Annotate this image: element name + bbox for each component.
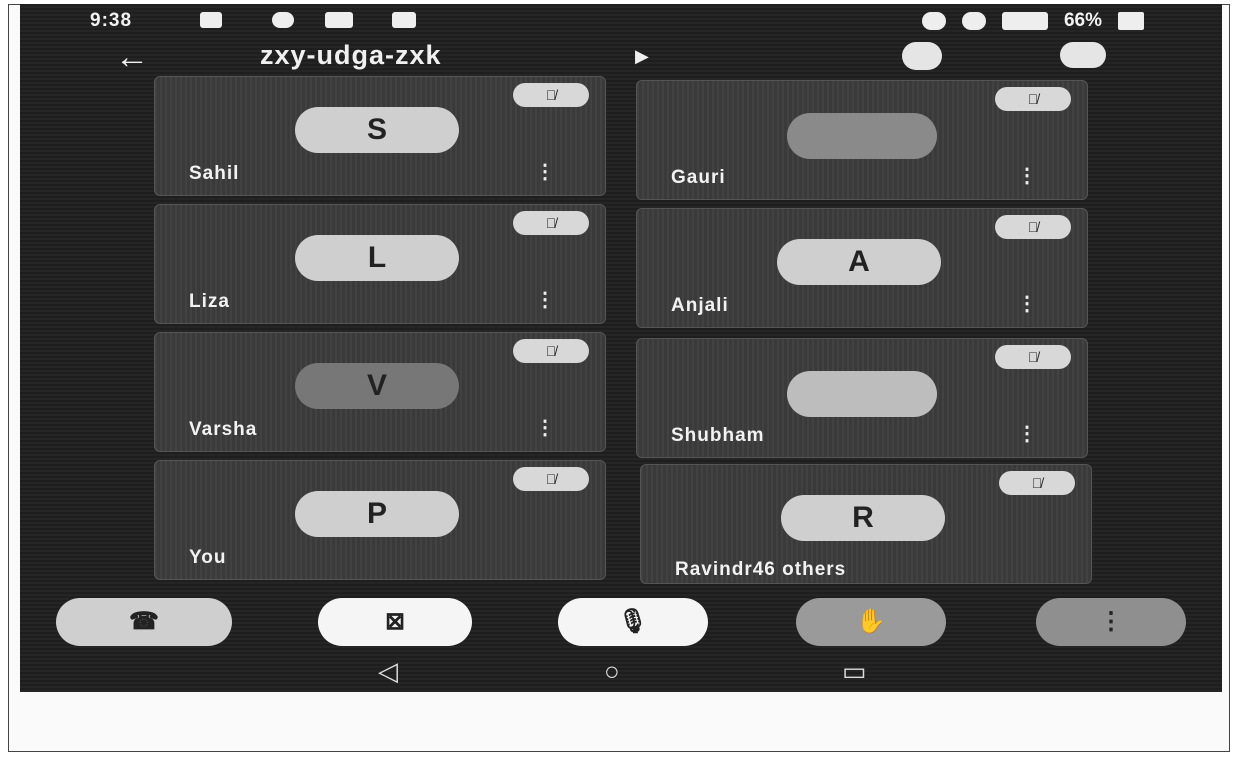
participant-tile-anjali[interactable]: 🎙̸ A Anjali ⋮	[636, 208, 1088, 328]
participant-name: Anjali	[671, 295, 729, 316]
battery-percent: 66%	[1063, 10, 1102, 31]
nav-back-icon[interactable]: ◁	[378, 656, 398, 687]
speaker-icon[interactable]	[1060, 42, 1106, 68]
battery-icon	[1118, 12, 1144, 30]
participant-name: You	[189, 547, 227, 568]
mic-off-icon: 🎙̸	[995, 345, 1071, 369]
camera-off-icon: ⊠	[384, 608, 406, 635]
mic-off-icon: 🎙̸	[513, 339, 589, 363]
end-call-icon: ☎	[129, 608, 159, 635]
participant-name: Sahil	[189, 163, 240, 184]
alarm-icon	[921, 12, 946, 30]
more-options-icon[interactable]: ⋮	[1017, 165, 1037, 187]
signal-icon	[1001, 12, 1048, 30]
expand-icon[interactable]: ▶	[635, 46, 649, 67]
participant-tile-varsha[interactable]: 🎙̸ V Varsha ⋮	[154, 332, 606, 452]
mail-icon	[392, 12, 416, 28]
app-icon	[325, 12, 353, 28]
mic-off-icon: 🎙̸	[999, 471, 1075, 495]
avatar-photo	[787, 113, 937, 159]
avatar: A	[777, 239, 941, 285]
avatar-photo	[787, 371, 937, 417]
participant-tile-shubham[interactable]: 🎙̸ Shubham ⋮	[636, 338, 1088, 458]
more-options-button[interactable]: ⋮	[1036, 598, 1186, 646]
assistant-icon	[272, 12, 294, 28]
mic-off-icon: 🎙̸	[995, 215, 1071, 239]
camera-toggle-button[interactable]: ⊠	[318, 598, 472, 646]
meeting-header: ← zxy-udga-zxk ▶	[20, 38, 1222, 78]
participant-name: Shubham	[671, 425, 765, 446]
participant-tile-gauri[interactable]: 🎙̸ Gauri ⋮	[636, 80, 1088, 200]
status-bar: 9:38 66%	[20, 4, 1222, 38]
nav-home-icon[interactable]: ○	[604, 656, 620, 687]
more-options-icon[interactable]: ⋮	[535, 417, 555, 439]
system-nav-bar: ◁ ○ ▭	[20, 654, 1222, 692]
end-call-button[interactable]: ☎	[56, 598, 232, 646]
back-arrow-icon[interactable]: ←	[115, 38, 149, 77]
participant-tile-others[interactable]: 🎙̸ R Ravindr46 others	[640, 464, 1092, 584]
raise-hand-button[interactable]: ✋	[796, 598, 946, 646]
more-options-icon[interactable]: ⋮	[535, 161, 555, 183]
avatar: S	[295, 107, 459, 153]
participant-name: Gauri	[671, 167, 726, 188]
status-right: 66%	[921, 10, 1144, 32]
mic-off-icon: 🎙̸	[995, 87, 1071, 111]
mic-toggle-button[interactable]: 🎙	[558, 598, 708, 646]
participant-name: Varsha	[189, 419, 258, 440]
participant-tile-sahil[interactable]: 🎙̸ S Sahil ⋮	[154, 76, 606, 196]
mic-off-icon: 🎙̸	[513, 83, 589, 107]
avatar: R	[781, 495, 945, 541]
more-options-icon: ⋮	[1099, 608, 1123, 635]
nav-recents-icon[interactable]: ▭	[842, 656, 867, 687]
hotspot-icon	[961, 12, 986, 30]
raise-hand-icon: ✋	[856, 608, 886, 635]
mic-off-icon: 🎙̸	[513, 467, 589, 491]
mic-off-icon: 🎙̸	[513, 211, 589, 235]
call-controls: ☎ ⊠ 🎙 ✋ ⋮	[20, 598, 1222, 654]
mic-off-icon: 🎙	[617, 608, 649, 635]
more-options-icon[interactable]: ⋮	[535, 289, 555, 311]
participant-tile-you[interactable]: 🎙̸ P You	[154, 460, 606, 580]
participant-name: Liza	[189, 291, 230, 312]
status-time: 9:38	[90, 10, 133, 31]
switch-camera-icon[interactable]	[902, 42, 942, 70]
video-icon	[200, 12, 222, 28]
more-options-icon[interactable]: ⋮	[1017, 293, 1037, 315]
more-options-icon[interactable]: ⋮	[1017, 423, 1037, 445]
participant-name: Ravindr46 others	[675, 559, 847, 580]
avatar: L	[295, 235, 459, 281]
avatar: P	[295, 491, 459, 537]
meeting-code[interactable]: zxy-udga-zxk	[260, 40, 442, 71]
participant-tile-liza[interactable]: 🎙̸ L Liza ⋮	[154, 204, 606, 324]
phone-screen: 9:38 66% ← zxy-udga-zxk ▶ 🎙̸ S Sahil ⋮ 🎙…	[20, 4, 1222, 692]
avatar: V	[295, 363, 459, 409]
